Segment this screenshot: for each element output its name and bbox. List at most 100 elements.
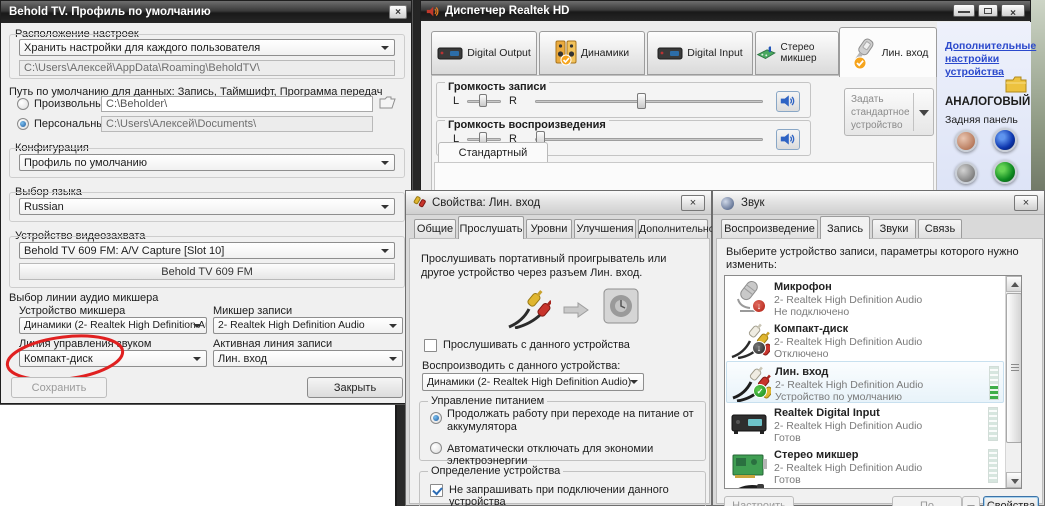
tab-sounds[interactable]: Звуки — [872, 219, 916, 239]
set-default-button[interactable]: По умолчанию — [892, 496, 962, 506]
line-in-rca-icon — [731, 364, 771, 402]
personal-path-radio[interactable] — [17, 118, 29, 130]
tab-general[interactable]: Общие — [414, 219, 456, 239]
capture-device-dropdown[interactable]: Behold TV 609 FM: A/V Capture [Slot 10] — [19, 242, 395, 259]
tab-digital-output[interactable]: Digital Output — [431, 31, 537, 75]
level-meter-idle — [988, 449, 998, 483]
set-default-device-button[interactable]: Задать стандартное устройство — [844, 88, 934, 136]
device-row-cd[interactable]: ↓ Компакт-диск 2- Realtek High Definitio… — [726, 319, 1004, 361]
properties-titlebar[interactable]: Свойства: Лин. вход × — [406, 191, 711, 215]
sound-line-dropdown[interactable]: Компакт-диск — [19, 350, 207, 367]
power-auto-off-label[interactable]: Автоматически отключать для экономии эле… — [447, 443, 707, 467]
behold-close-button[interactable]: × — [389, 5, 407, 19]
tab-levels-label: Уровни — [531, 223, 568, 235]
playback-device-label: Воспроизводить с данного устройства: — [422, 360, 620, 372]
tab-listen[interactable]: Прослушать — [458, 216, 524, 239]
custom-path-radio[interactable] — [17, 98, 29, 110]
tab-standard-format[interactable]: Стандартный формат — [438, 142, 548, 162]
properties-title: Свойства: Лин. вход — [432, 191, 540, 215]
sound-dialog: Звук × Воспроизведение Запись Звуки Связ… — [712, 190, 1045, 506]
record-mixer-value: 2- Realtek High Definition Audio — [218, 320, 365, 331]
realtek-title: Диспетчер Realtek HD — [445, 1, 570, 21]
device-row-microphone[interactable]: ↓ Микрофон 2- Realtek High Definition Au… — [726, 277, 1004, 319]
tab-line-in[interactable]: Лин. вход — [839, 27, 937, 77]
triangle-down-icon — [1011, 479, 1019, 484]
playback-mute-button[interactable] — [776, 129, 800, 150]
folder-icon[interactable] — [1005, 76, 1027, 93]
listen-description: Прослушивать портативный проигрыватель и… — [421, 252, 703, 280]
jack-blue[interactable] — [993, 128, 1017, 152]
advanced-settings-link[interactable]: Дополнительные настройки устройства — [945, 40, 1025, 79]
tab-stereo-mixer[interactable]: Стерео микшер — [755, 31, 839, 75]
set-default-device-label: Задать стандартное устройство — [851, 93, 909, 132]
minimize-button[interactable] — [953, 4, 975, 17]
record-mute-button[interactable] — [776, 91, 800, 112]
device-row-stereo-mixer[interactable]: Стерео микшер 2- Realtek High Definition… — [726, 445, 1004, 487]
tab-digital-input[interactable]: Digital Input — [647, 31, 753, 75]
device-row-digital-input[interactable]: Realtek Digital Input 2- Realtek High De… — [726, 403, 1004, 445]
record-volume-track[interactable] — [535, 100, 763, 103]
jack-green[interactable] — [993, 160, 1017, 184]
tab-sounds-label: Звуки — [880, 223, 909, 235]
device-list-scrollbar[interactable] — [1005, 276, 1021, 488]
record-volume-thumb[interactable] — [637, 93, 646, 109]
device-driver: 2- Realtek High Definition Audio — [774, 420, 922, 432]
realtek-titlebar[interactable]: Диспетчер Realtek HD × — [421, 1, 1030, 21]
configuration-dropdown[interactable]: Профиль по умолчанию — [19, 154, 395, 171]
power-continue-label[interactable]: Продолжать работу при переходе на питани… — [447, 408, 695, 434]
playback-volume-track[interactable] — [535, 138, 763, 141]
sound-tab-content: Выберите устройство записи, параметры ко… — [716, 238, 1043, 504]
personal-path-radio-label[interactable]: Персональный — [34, 118, 110, 130]
close-button[interactable]: × — [1001, 4, 1025, 17]
listen-checkbox[interactable] — [424, 339, 437, 352]
configuration-value: Профиль по умолчанию — [24, 157, 147, 169]
close-window-button[interactable]: Закрыть — [307, 377, 403, 398]
background-white-window — [0, 404, 397, 506]
device-status: Готов — [774, 474, 801, 486]
jack-pink[interactable] — [955, 130, 977, 152]
tab-recording[interactable]: Запись — [820, 216, 870, 239]
tab-playback[interactable]: Воспроизведение — [721, 219, 818, 239]
behold-titlebar[interactable]: Behold TV. Профиль по умолчанию × — [1, 1, 411, 23]
record-balance-thumb[interactable] — [479, 94, 487, 107]
scroll-up-button[interactable] — [1006, 276, 1022, 292]
sound-close-button[interactable]: × — [1014, 195, 1038, 211]
sound-titlebar[interactable]: Звук × — [713, 191, 1044, 215]
maximize-button[interactable] — [978, 4, 998, 17]
tab-playback-label: Воспроизведение — [724, 223, 815, 235]
properties-close-button[interactable]: × — [681, 195, 705, 211]
power-continue-radio[interactable] — [430, 412, 442, 424]
tab-levels[interactable]: Уровни — [526, 219, 572, 239]
record-mixer-dropdown[interactable]: 2- Realtek High Definition Audio — [213, 317, 403, 334]
language-dropdown[interactable]: Russian — [19, 198, 395, 215]
properties-button[interactable]: Свойства — [983, 496, 1039, 506]
tab-enhancements[interactable]: Улучшения — [574, 219, 636, 239]
active-line-dropdown[interactable]: Лин. вход — [213, 350, 403, 367]
playback-device-dropdown[interactable]: Динамики (2- Realtek High Definition Aud… — [422, 373, 644, 391]
set-default-arrow-button[interactable] — [962, 496, 980, 506]
scroll-down-button[interactable] — [1006, 472, 1022, 488]
custom-path-field[interactable]: C:\Beholder\ — [101, 96, 373, 112]
device-list[interactable]: ↓ Микрофон 2- Realtek High Definition Au… — [724, 275, 1022, 489]
listen-checkbox-label[interactable]: Прослушивать с данного устройства — [443, 339, 630, 351]
configure-button-label: Настроить — [732, 500, 786, 506]
set-default-button-label: По умолчанию — [898, 500, 955, 506]
jack-gray[interactable] — [955, 162, 977, 184]
device-row-line-in[interactable]: ✓ Лин. вход 2- Realtek High Definition A… — [726, 361, 1004, 403]
save-button[interactable]: Сохранить — [11, 377, 107, 398]
browse-folder-icon[interactable] — [379, 95, 396, 110]
tab-advanced[interactable]: Дополнительно — [638, 219, 708, 239]
detection-checkbox[interactable] — [430, 484, 443, 497]
tab-speakers[interactable]: Динамики — [539, 31, 645, 75]
scroll-thumb[interactable] — [1006, 293, 1022, 443]
settings-mode-dropdown[interactable]: Хранить настройки для каждого пользовате… — [19, 39, 395, 56]
settings-path-field: C:\Users\Алексей\AppData\Roaming\BeholdT… — [19, 60, 395, 76]
power-auto-off-radio[interactable] — [430, 442, 442, 454]
tab-communications[interactable]: Связь — [918, 219, 962, 239]
mixer-device-dropdown[interactable]: Динамики (2- Realtek High Definition Aud… — [19, 317, 207, 334]
stereo-mixer-device-icon — [730, 447, 770, 485]
configure-button[interactable]: Настроить — [724, 496, 794, 506]
chevron-down-icon[interactable] — [919, 110, 929, 116]
detection-checkbox-label[interactable]: Не запрашивать при подключении данного у… — [449, 484, 705, 506]
custom-path-radio-label[interactable]: Произвольный — [34, 98, 109, 110]
